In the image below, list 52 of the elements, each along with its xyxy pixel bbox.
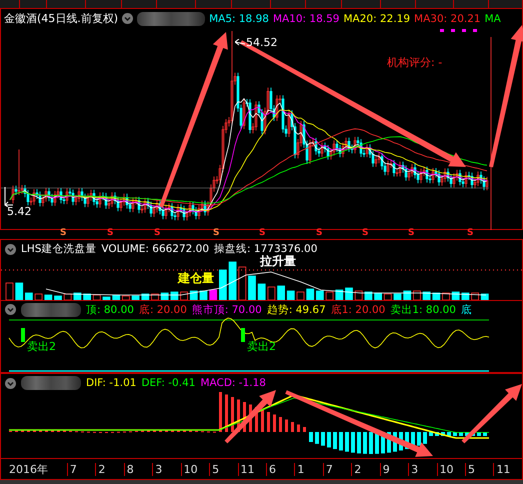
- indicator-value: DIF: -1.01: [86, 377, 136, 390]
- indicator-value: 卖出1: 80.00: [390, 302, 456, 317]
- axis-label: 10: [436, 462, 465, 476]
- ma-value: MA10: 18.59: [272, 12, 340, 24]
- chart-title: 金徽酒(45日线.前复权): [4, 11, 118, 26]
- indicator-value: MACD: -1.18: [200, 377, 266, 390]
- indicator-title: LHS建仓洗盘量: [21, 242, 96, 256]
- axis-label: 2: [95, 462, 124, 476]
- chart-label: 拉升量: [259, 255, 297, 268]
- axis-label: 8: [124, 462, 152, 476]
- high-price-label: 54.52: [246, 36, 278, 49]
- axis-label: 3: [152, 462, 181, 476]
- axis-label: 11: [238, 462, 266, 476]
- indicator-value: 顶: 80.00: [86, 302, 134, 317]
- indicator-value: DEF: -0.41: [141, 377, 196, 390]
- signal-mark: S: [107, 228, 114, 240]
- ma-value: MA: [484, 12, 501, 24]
- axis-label: 5: [209, 462, 238, 476]
- ma-value: MA20: 22.19: [343, 12, 410, 24]
- indicator-value: 趋势: 49.67: [266, 302, 326, 317]
- indicator-value: 底: [461, 302, 472, 317]
- signal-label: 卖出2: [247, 338, 276, 354]
- indicator-value: 操盘线: 1773376.00: [214, 242, 318, 256]
- signal-mark: S: [316, 228, 322, 240]
- axis-label: 7: [66, 462, 96, 476]
- indicator-value: 底1: 20.00: [330, 302, 386, 317]
- signal-mark: S: [60, 228, 66, 240]
- axis-label: 10: [180, 462, 210, 476]
- signal-mark: S: [467, 228, 474, 240]
- axis-label: 1: [294, 462, 323, 476]
- signal-mark: S: [362, 228, 368, 240]
- signal-mark: S: [154, 228, 160, 240]
- ma-value: MA5: 18.98: [209, 12, 269, 24]
- signal-mark: S: [213, 228, 220, 240]
- axis-label: 11: [493, 462, 522, 476]
- axis-label: 2: [351, 462, 380, 476]
- low-price-label: 5.42: [7, 205, 32, 218]
- signal-mark: S: [408, 228, 414, 240]
- rating-label: 机构评分: -: [387, 55, 442, 70]
- ma-value: MA30: 20.21: [414, 12, 481, 24]
- axis-label: 3: [408, 462, 437, 476]
- signal-label: 卖出2: [27, 338, 56, 354]
- indicator-value: VOLUME: 666272.00: [101, 243, 210, 256]
- indicator-value: 底: 20.00: [138, 302, 187, 317]
- signal-mark: S: [259, 228, 266, 240]
- axis-label: 9: [380, 462, 408, 476]
- indicator-value: 熊市顶: 70.00: [192, 302, 262, 317]
- axis-label: 2016年: [8, 462, 49, 477]
- axis-label: 5: [465, 462, 494, 476]
- chart-label: 建仓量: [177, 272, 215, 286]
- axis-label: 7: [322, 462, 352, 476]
- axis-label: 6: [266, 462, 294, 476]
